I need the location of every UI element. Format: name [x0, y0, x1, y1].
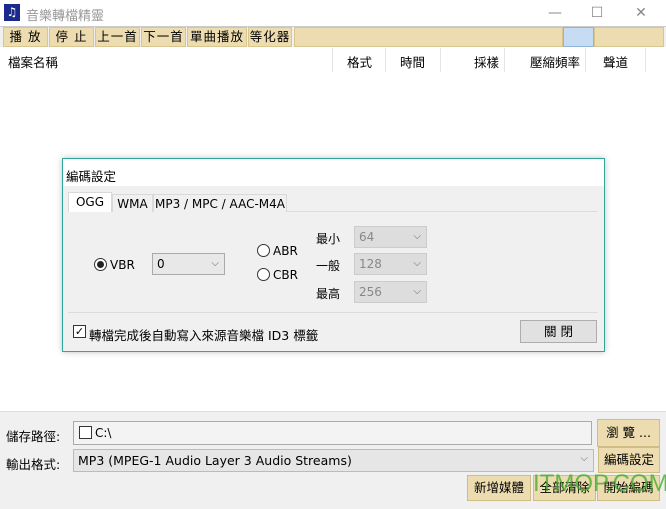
save-path-label: 儲存路徑: — [6, 429, 61, 444]
abr-label: ABR — [273, 244, 298, 258]
abr-radio[interactable] — [257, 244, 270, 257]
min-label: 最小 — [316, 232, 341, 246]
normal-label: 一般 — [316, 259, 341, 273]
min-bitrate-value: 64 — [359, 230, 375, 244]
toolbar-filler-right — [594, 27, 664, 47]
minimize-button[interactable]: — — [540, 3, 570, 23]
toolbar-filler — [294, 27, 563, 47]
chevron-down-icon: ⌵ — [580, 453, 588, 464]
tab-wma[interactable]: WMA — [112, 194, 153, 214]
save-path-input[interactable] — [73, 421, 592, 445]
output-format-select[interactable]: MP3 (MPEG-1 Audio Layer 3 Audio Streams)… — [73, 449, 594, 472]
save-path-checkbox[interactable] — [79, 426, 92, 439]
column-format[interactable]: 格式 — [347, 52, 372, 71]
tab-mp3-mpc-aac[interactable]: MP3 / MPC / AAC-M4A — [153, 194, 287, 214]
equalizer-button[interactable]: 等化器 — [248, 27, 292, 47]
vbr-radio[interactable] — [94, 258, 107, 271]
max-bitrate-select: 256 ⌵ — [354, 281, 427, 303]
stop-button[interactable]: 停 止 — [49, 27, 94, 47]
previous-button[interactable]: 上一首 — [95, 27, 140, 47]
min-bitrate-select: 64 ⌵ — [354, 226, 427, 248]
max-label: 最高 — [316, 287, 341, 301]
vbr-quality-value: 0 — [157, 257, 165, 271]
browse-button[interactable]: 瀏 覽 ... — [597, 419, 660, 447]
id3-checkbox[interactable]: ✓ — [73, 325, 86, 338]
output-format-label: 輸出格式: — [6, 457, 61, 472]
normal-bitrate-value: 128 — [359, 257, 382, 271]
close-button[interactable]: ✕ — [626, 3, 656, 23]
cbr-label: CBR — [273, 268, 298, 282]
chevron-down-icon: ⌵ — [413, 286, 421, 297]
dialog-title: 編碼設定 — [66, 169, 117, 184]
vbr-quality-select[interactable]: 0 ⌵ — [152, 253, 225, 275]
column-sample[interactable]: 採樣 — [474, 52, 499, 71]
chevron-down-icon: ⌵ — [211, 258, 219, 269]
music-note-icon: ♫ — [4, 4, 20, 21]
column-bitrate[interactable]: 壓縮頻率 — [530, 52, 580, 71]
column-filename[interactable]: 檔案名稱 — [8, 52, 58, 71]
encode-settings-dialog: 編碼設定 OGG WMA MP3 / MPC / AAC-M4A VBR 0 ⌵ … — [62, 158, 605, 352]
watermark: ITMOP.COM — [533, 470, 666, 497]
cbr-radio[interactable] — [257, 268, 270, 281]
dialog-title-bar — [63, 159, 604, 186]
next-button[interactable]: 下一首 — [141, 27, 186, 47]
max-bitrate-value: 256 — [359, 285, 382, 299]
chevron-down-icon: ⌵ — [413, 258, 421, 269]
column-channels[interactable]: 聲道 — [603, 52, 628, 71]
id3-checkbox-label: 轉檔完成後自動寫入來源音樂檔 ID3 標籤 — [89, 328, 319, 343]
add-media-button[interactable]: 新增媒體 — [467, 475, 531, 501]
toolbar-highlight[interactable] — [563, 27, 594, 47]
normal-bitrate-select: 128 ⌵ — [354, 253, 427, 275]
play-button[interactable]: 播 放 — [3, 27, 48, 47]
column-time[interactable]: 時間 — [400, 52, 425, 71]
maximize-button[interactable]: ☐ — [582, 3, 612, 23]
chevron-down-icon: ⌵ — [413, 231, 421, 242]
single-play-button[interactable]: 單曲播放 — [187, 27, 247, 47]
output-format-value: MP3 (MPEG-1 Audio Layer 3 Audio Streams) — [78, 453, 352, 468]
save-path-value: C:\ — [95, 426, 112, 440]
vbr-label: VBR — [110, 258, 135, 272]
dialog-close-button[interactable]: 關 閉 — [520, 320, 597, 343]
window-title: 音樂轉檔精靈 — [26, 9, 105, 24]
tab-ogg[interactable]: OGG — [68, 192, 112, 213]
